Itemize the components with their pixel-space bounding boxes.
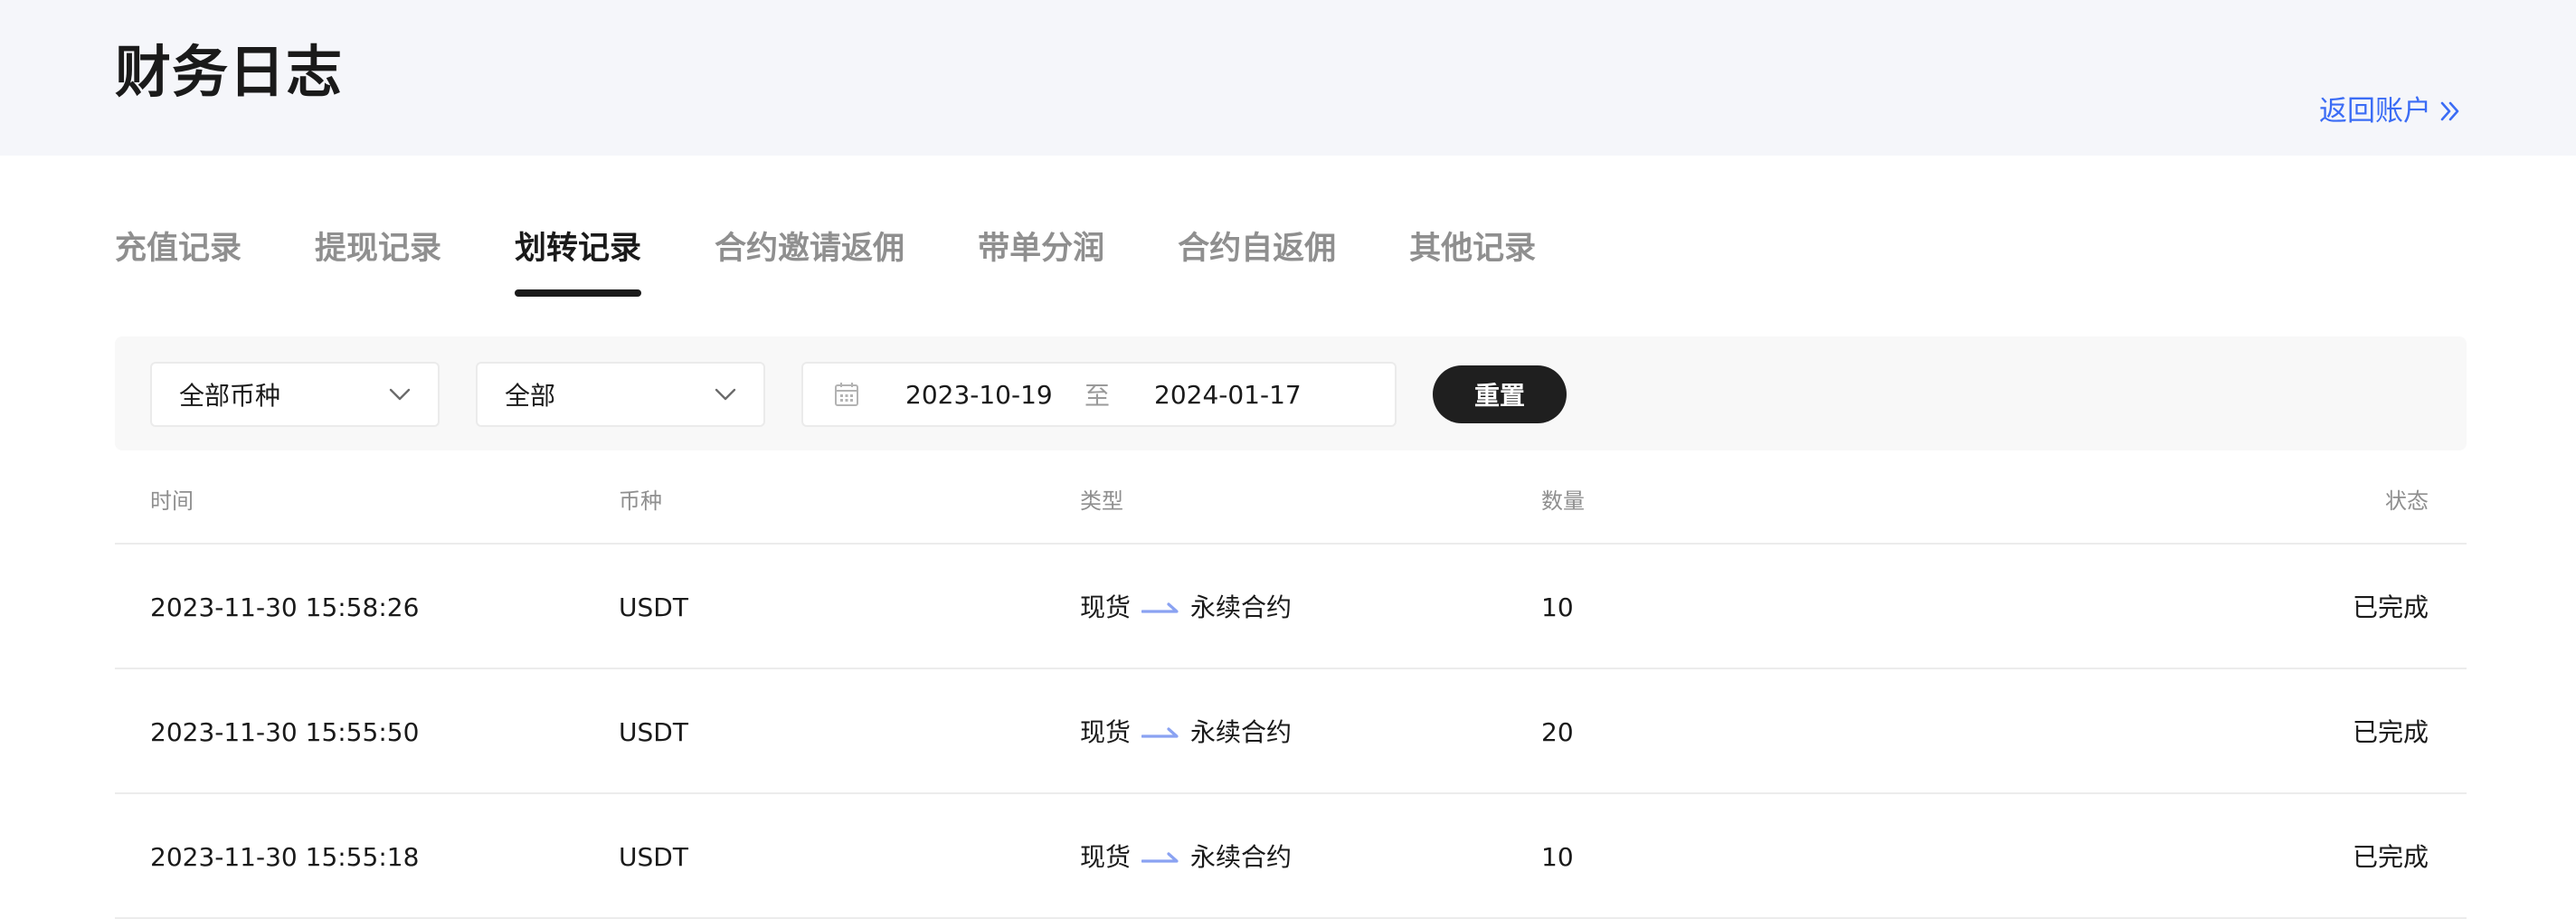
page-header: 财务日志 返回账户 — [0, 0, 2576, 156]
coin-select-value: 全部币种 — [179, 381, 281, 411]
date-range-picker[interactable]: 2023-10-19 至 2024-01-17 — [801, 362, 1397, 427]
cell-time: 2023-11-30 15:55:18 — [150, 842, 420, 872]
reset-button[interactable]: 重置 — [1433, 365, 1567, 423]
tab-copy-trade-profit-share[interactable]: 带单分润 — [978, 217, 1104, 293]
filter-bar: 全部币种 全部 2023-10-19 至 2024-01-17 重置 — [115, 336, 2467, 450]
cell-coin: USDT — [619, 842, 688, 872]
back-to-account-link[interactable]: 返回账户 — [2319, 90, 2462, 132]
column-header-type: 类型 — [1080, 488, 1123, 514]
tab-deposit-records[interactable]: 充值记录 — [115, 217, 242, 293]
chevron-down-icon — [389, 388, 411, 401]
tab-other-records[interactable]: 其他记录 — [1409, 217, 1536, 293]
tab-transfer-records[interactable]: 划转记录 — [515, 217, 642, 297]
table-row: 2023-11-30 15:58:26 USDT 现货 永续合约 10 已完成 — [115, 545, 2467, 669]
cell-coin: USDT — [619, 592, 688, 622]
back-link-label: 返回账户 — [2319, 95, 2431, 128]
column-header-coin: 币种 — [619, 488, 662, 514]
type-select-value: 全部 — [505, 381, 556, 411]
date-end-input[interactable]: 2024-01-17 — [1154, 380, 1302, 410]
chevron-down-icon — [715, 388, 736, 401]
date-separator: 至 — [1084, 381, 1111, 411]
table-row: 2023-11-30 15:55:18 USDT 现货 永续合约 10 已完成 — [115, 794, 2467, 919]
transfer-to: 永续合约 — [1190, 592, 1293, 622]
transfer-records-table: 时间 币种 类型 数量 状态 2023-11-30 15:58:26 USDT … — [115, 450, 2467, 919]
cell-coin: USDT — [619, 717, 688, 747]
arrow-right-icon — [1141, 602, 1179, 613]
column-header-time: 时间 — [150, 488, 194, 514]
cell-amount: 10 — [1541, 592, 1574, 622]
cell-time: 2023-11-30 15:58:26 — [150, 592, 420, 622]
tab-contract-referral-rebate[interactable]: 合约邀请返佣 — [715, 217, 904, 293]
cell-time: 2023-11-30 15:55:50 — [150, 717, 420, 747]
cell-amount: 10 — [1541, 842, 1574, 872]
tab-contract-self-rebate[interactable]: 合约自返佣 — [1178, 217, 1336, 293]
table-header: 时间 币种 类型 数量 状态 — [115, 450, 2467, 545]
cell-status: 已完成 — [2352, 842, 2429, 872]
cell-amount: 20 — [1541, 717, 1574, 747]
tab-withdraw-records[interactable]: 提现记录 — [315, 217, 441, 293]
column-header-status: 状态 — [2385, 488, 2429, 514]
arrow-right-icon — [1141, 727, 1179, 738]
date-start-input[interactable]: 2023-10-19 — [905, 380, 1053, 410]
transfer-from: 现货 — [1080, 717, 1132, 747]
transfer-from: 现货 — [1080, 592, 1132, 622]
transfer-to: 永续合约 — [1190, 842, 1293, 872]
coin-select[interactable]: 全部币种 — [150, 362, 440, 427]
cell-type: 现货 永续合约 — [1080, 590, 1292, 626]
calendar-icon — [835, 383, 858, 406]
double-chevron-right-icon — [2440, 101, 2459, 121]
type-select[interactable]: 全部 — [476, 362, 765, 427]
cell-type: 现货 永续合约 — [1080, 839, 1292, 876]
transfer-to: 永续合约 — [1190, 717, 1293, 747]
table-row: 2023-11-30 15:55:50 USDT 现货 永续合约 20 已完成 — [115, 669, 2467, 794]
cell-status: 已完成 — [2352, 592, 2429, 622]
cell-status: 已完成 — [2352, 717, 2429, 747]
page-title: 财务日志 — [115, 39, 344, 105]
record-tabs: 充值记录 提现记录 划转记录 合约邀请返佣 带单分润 合约自返佣 其他记录 — [115, 217, 1609, 297]
transfer-from: 现货 — [1080, 842, 1132, 872]
cell-type: 现货 永续合约 — [1080, 715, 1292, 751]
column-header-amount: 数量 — [1541, 488, 1585, 514]
arrow-right-icon — [1141, 852, 1179, 863]
